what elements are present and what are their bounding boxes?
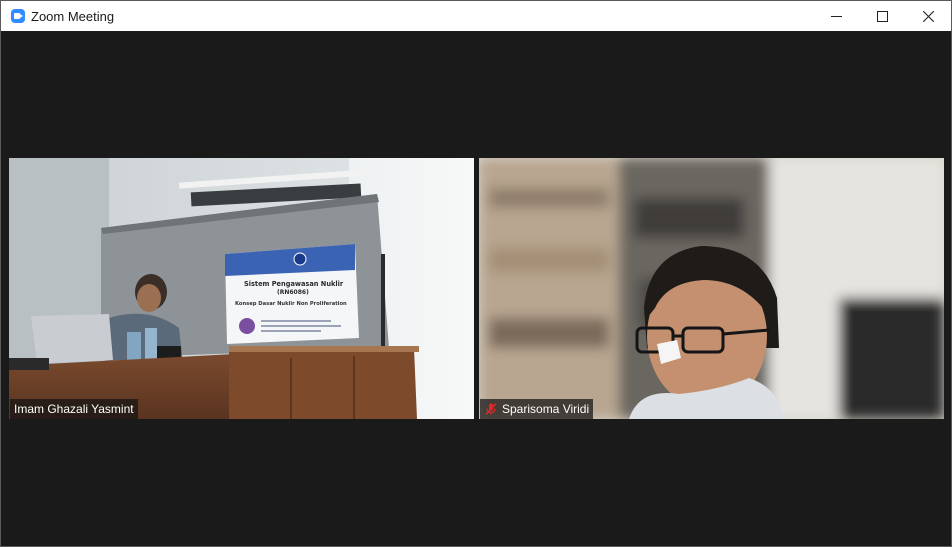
participant-name-label: Sparisoma Viridi (480, 399, 594, 419)
participant-name: Sparisoma Viridi (502, 402, 590, 416)
window-title: Zoom Meeting (31, 8, 115, 24)
webcam-video-feed (479, 158, 944, 419)
participant-name-label: Imam Ghazali Yasmint (10, 399, 138, 419)
participant-name: Imam Ghazali Yasmint (14, 402, 134, 416)
minimize-icon (830, 15, 842, 17)
close-icon (922, 10, 934, 22)
maximize-icon (876, 10, 888, 22)
participant-video-tile[interactable]: Sistem Pengawasan Nuklir (RN6086) Konsep… (9, 158, 474, 419)
close-button[interactable] (905, 1, 951, 31)
slide-title: Sistem Pengawasan Nuklir (244, 280, 344, 288)
classroom-video-feed: Sistem Pengawasan Nuklir (RN6086) Konsep… (9, 158, 474, 419)
window-controls (813, 1, 951, 31)
gallery-view: Sistem Pengawasan Nuklir (RN6086) Konsep… (1, 31, 951, 546)
microphone-muted-icon (485, 402, 497, 416)
zoom-window: Zoom Meeting Sistem Pengawasan Nuklir (R… (0, 0, 952, 547)
title-bar[interactable]: Zoom Meeting (1, 1, 951, 31)
slide-code: (RN6086) (277, 289, 309, 296)
participant-video-tile[interactable]: Sparisoma Viridi (479, 158, 944, 419)
minimize-button[interactable] (813, 1, 859, 31)
maximize-button[interactable] (859, 1, 905, 31)
zoom-app-icon (11, 9, 25, 23)
slide-subtitle: Konsep Dasar Nuklir Non Proliferation (235, 301, 347, 307)
projected-slide: Sistem Pengawasan Nuklir (RN6086) Konsep… (225, 244, 359, 344)
